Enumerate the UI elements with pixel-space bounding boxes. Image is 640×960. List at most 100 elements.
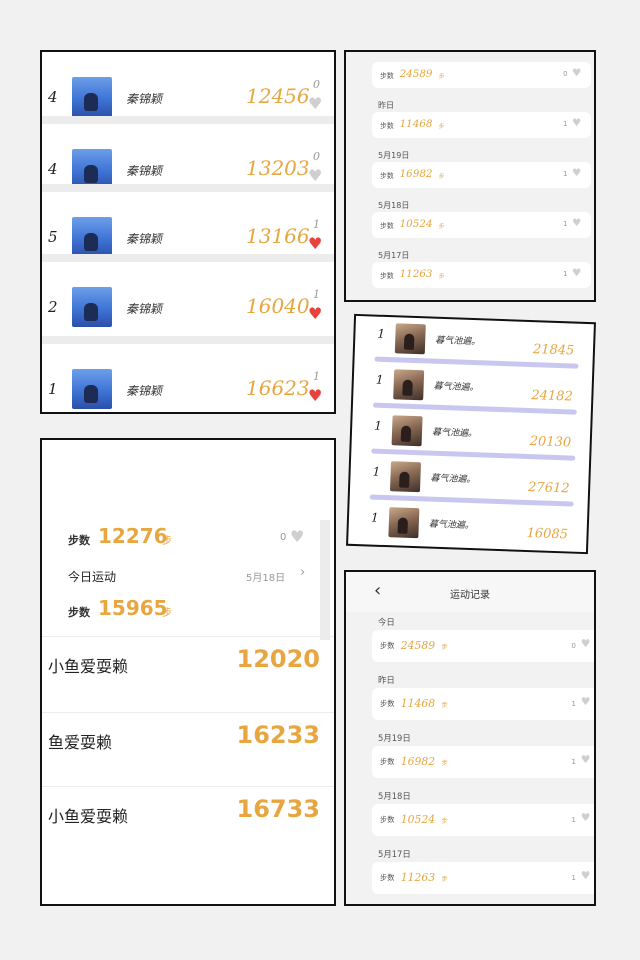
exercise-record-panel-e: ‹ 运动记录 今日 步数 24589 步 0 ♥ 昨日 步数 11468 步 1 ♥ 5月19日 步数 16… [344, 570, 596, 906]
date-heading: 今日 [378, 617, 395, 627]
like-count: 1 [563, 120, 568, 128]
step-count: 12456 [246, 84, 310, 108]
date-heading: 5月18日 [378, 791, 411, 801]
rank-number: 1 [373, 418, 383, 433]
avatar[interactable] [72, 369, 112, 409]
record-card[interactable]: 步数 11263 步 1 ♥ [372, 262, 591, 288]
record-card[interactable]: 步数 16982 步 1 ♥ [372, 162, 591, 188]
rank-number: 1 [370, 510, 379, 525]
date-heading: 5月19日 [378, 151, 410, 160]
like-count: 1 [563, 270, 568, 278]
user-name: 暮气池遍。 [435, 335, 481, 348]
heart-icon[interactable]: ♥ [308, 96, 322, 112]
today-date: 5月18日 [246, 573, 286, 584]
avatar[interactable] [388, 507, 420, 539]
page-title: 运动记录 [450, 590, 490, 601]
heart-icon[interactable]: ♥ [581, 754, 591, 766]
steps-value: 16982 [399, 168, 433, 180]
steps-label: 步数 [380, 272, 394, 280]
heart-icon[interactable]: ♥ [581, 870, 591, 882]
heart-icon[interactable]: ♥ [308, 306, 322, 322]
step-count: 16040 [246, 294, 310, 318]
heart-icon[interactable]: ♥ [308, 388, 322, 404]
leaderboard-row[interactable]: 1 暮气池遍。 27612 [349, 460, 588, 512]
steps-unit: 步 [441, 702, 448, 709]
steps-unit: 步 [441, 876, 448, 883]
heart-icon[interactable]: ♥ [581, 812, 591, 824]
leaderboard-row[interactable]: 1 暮气池遍。 24182 [353, 368, 592, 420]
leaderboard-row[interactable]: 4 秦锦颖 13203 0 ♥ [42, 116, 334, 190]
record-card[interactable]: 步数 11263 步 1 ♥ [372, 862, 594, 894]
rank-number: 1 [48, 380, 58, 398]
heart-icon[interactable]: ♥ [290, 529, 304, 545]
leaderboard-row[interactable]: 5 秦锦颖 13166 1 ♥ [42, 184, 334, 258]
user-name: 秦锦颖 [126, 164, 163, 178]
avatar[interactable] [391, 415, 423, 447]
leaderboard-row[interactable]: 鱼爱耍赖 16233 [42, 712, 334, 773]
steps-label: 步数 [380, 815, 395, 824]
heart-icon[interactable]: ♥ [308, 236, 322, 252]
leaderboard-row[interactable]: 2 秦锦颖 16040 1 ♥ [42, 254, 334, 328]
step-count: 21845 [532, 342, 575, 359]
avatar[interactable] [72, 287, 112, 327]
heart-icon[interactable]: ♥ [572, 68, 581, 79]
like-count: 0 [313, 150, 320, 163]
step-count: 16233 [236, 721, 321, 749]
leaderboard-row[interactable]: 1 暮气池遍。 20130 [351, 414, 590, 466]
avatar[interactable] [72, 77, 112, 117]
record-card[interactable]: 步数 24589 步 0 ♥ [372, 630, 594, 662]
leaderboard-row[interactable]: 4 秦锦颖 12456 0 ♥ [42, 52, 334, 118]
step-count: 12020 [236, 645, 321, 673]
like-count: 1 [571, 873, 576, 882]
heart-icon[interactable]: ♥ [572, 268, 581, 279]
steps-value: 11263 [400, 871, 436, 884]
heart-icon[interactable]: ♥ [572, 168, 581, 179]
steps-unit: 步 [438, 124, 445, 130]
user-name: 小鱼爱耍赖 [48, 807, 129, 826]
rank-number: 5 [48, 228, 58, 246]
nav-bar: ‹ 运动记录 [346, 572, 594, 612]
record-card[interactable]: 步数 10524 步 1 ♥ [372, 212, 591, 238]
steps-value: 10524 [399, 218, 433, 230]
row-divider [369, 494, 574, 507]
avatar[interactable] [72, 149, 112, 189]
steps-unit: 步 [438, 174, 445, 180]
leaderboard-row[interactable]: 1 暮气池遍。 21845 [354, 322, 593, 374]
heart-icon[interactable]: ♥ [572, 218, 581, 229]
record-card[interactable]: 步数 16982 步 1 ♥ [372, 746, 594, 778]
heart-icon[interactable]: ♥ [581, 696, 591, 708]
leaderboard-row[interactable]: 1 暮气池遍。 16085 [348, 506, 587, 554]
avatar[interactable] [394, 323, 426, 355]
step-count: 27612 [527, 480, 570, 497]
record-card[interactable]: 步数 11468 步 1 ♥ [372, 112, 591, 138]
user-name: 鱼爱耍赖 [48, 733, 113, 752]
today-exercise-label: 今日运动 [68, 570, 117, 584]
rank-number: 1 [377, 326, 386, 341]
record-card[interactable]: 步数 24589 步 0 ♥ [372, 62, 591, 88]
exercise-record-panel-b: 步数 24589 步 0 ♥ 昨日 步数 11468 步 1 ♥ 5月19日 步数 16982 步 1 ♥ 5月1… [344, 50, 596, 302]
record-card[interactable]: 步数 10524 步 1 ♥ [372, 804, 594, 836]
avatar[interactable] [393, 369, 425, 401]
avatar[interactable] [72, 217, 112, 257]
user-name: 暮气池遍。 [431, 427, 478, 440]
avatar[interactable] [389, 461, 421, 493]
step-summary-panel-d: 步数 12276 步 0 ♥ 今日运动 5月18日 › 步数 15965 步 小… [40, 438, 336, 906]
steps-label: 步数 [380, 72, 394, 80]
steps-value: 11263 [399, 268, 433, 280]
heart-icon[interactable]: ♥ [308, 168, 322, 184]
user-name: 秦锦颖 [126, 232, 163, 246]
row-divider [42, 184, 334, 192]
steps-label: 步数 [380, 172, 394, 180]
chevron-right-icon[interactable]: › [300, 565, 305, 580]
leaderboard-row[interactable]: 1 秦锦颖 16623 1 ♥ [42, 336, 334, 410]
heart-icon[interactable]: ♥ [572, 118, 581, 129]
date-heading: 昨日 [378, 101, 395, 110]
leaderboard-row[interactable]: 小鱼爱耍赖 12020 [42, 636, 334, 697]
steps-label: 步数 [380, 873, 395, 882]
row-divider [42, 254, 334, 262]
heart-icon[interactable]: ♥ [581, 638, 591, 650]
rank-number: 4 [48, 88, 58, 106]
like-count: 1 [313, 288, 320, 301]
leaderboard-row[interactable]: 小鱼爱耍赖 16733 [42, 786, 334, 847]
record-card[interactable]: 步数 11468 步 1 ♥ [372, 688, 594, 720]
